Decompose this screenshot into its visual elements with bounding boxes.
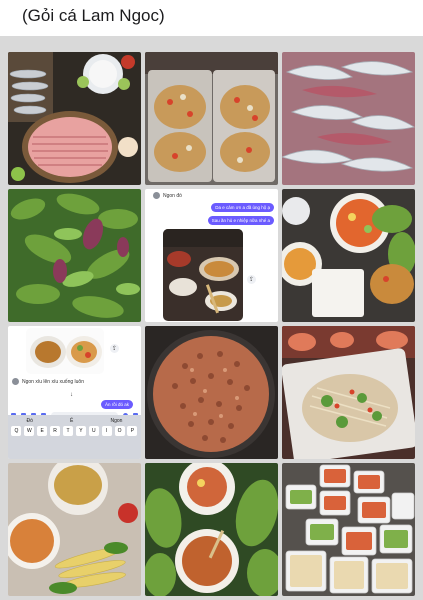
key[interactable]: Y xyxy=(75,426,86,436)
chat-screenshot-thanks[interactable]: Ngon đó Da e cảm ơn a đã ủng hộ ạ Sau ăn… xyxy=(145,189,278,322)
photo-raw-fish-fillets[interactable] xyxy=(282,52,415,185)
keyboard-suggestions: Đó Ẻ Ngon xyxy=(8,415,141,426)
key[interactable]: T xyxy=(63,426,73,436)
chat-received-row: Ngon xíu lên xíu xuống luôn xyxy=(12,378,84,385)
key[interactable]: E xyxy=(37,426,48,436)
suggestion-item[interactable]: Ẻ xyxy=(70,418,73,424)
photo-grid: Ngon đó Da e cảm ơn a đã ủng hộ ạ Sau ăn… xyxy=(8,52,415,600)
key[interactable]: U xyxy=(88,426,99,436)
photo-fresh-herbs[interactable] xyxy=(8,189,141,322)
chat-received-message: Ngon xíu lên xíu xuống luôn xyxy=(22,378,84,385)
on-screen-keyboard: Đó Ẻ Ngon Q W E R T Y U I O P xyxy=(8,415,141,459)
avatar xyxy=(153,192,160,199)
suggestion-item[interactable]: Đó xyxy=(27,418,33,424)
avatar xyxy=(12,378,19,385)
key[interactable]: W xyxy=(24,426,35,436)
chat-screenshot-keyboard[interactable]: ⇪ Ngon xíu lên xíu xuống luôn ↓ Ăn rồi đ… xyxy=(8,326,141,459)
key[interactable]: P xyxy=(127,426,138,436)
photo-roasted-peanuts[interactable] xyxy=(145,326,278,459)
photo-dipping-sauce-spread[interactable] xyxy=(282,189,415,322)
scroll-down-icon[interactable]: ↓ xyxy=(70,392,73,398)
key[interactable]: I xyxy=(101,426,112,436)
photo-salad-trays[interactable] xyxy=(145,52,278,185)
chat-photo-attachment[interactable] xyxy=(26,328,104,374)
key[interactable]: O xyxy=(114,426,125,436)
photo-packaged-portions[interactable] xyxy=(282,463,415,596)
chat-sender-message: Ngon đó xyxy=(163,192,182,199)
photo-fish-platter[interactable] xyxy=(8,52,141,185)
photo-gallery: Ngon đó Da e cảm ơn a đã ủng hộ ạ Sau ăn… xyxy=(0,36,423,600)
share-icon[interactable]: ⇪ xyxy=(110,344,119,353)
chat-header: Ngon đó xyxy=(153,192,182,199)
chat-bubble-sent: Sau ăn hủ e nhiệp nữa nhé a xyxy=(207,216,274,225)
photo-fish-salad-plate[interactable] xyxy=(282,326,415,459)
keyboard-row: Q W E R T Y U I O P xyxy=(8,426,141,436)
photo-sauce-and-bamboo[interactable] xyxy=(8,463,141,596)
chat-photo-attachment[interactable] xyxy=(163,229,243,321)
share-icon[interactable]: ⇪ xyxy=(247,275,256,284)
photo-greens-and-sauce[interactable] xyxy=(145,463,278,596)
chat-bubble-sent: Da e cảm ơn a đã ủng hộ ạ xyxy=(211,203,274,212)
suggestion-item[interactable]: Ngon xyxy=(110,418,122,424)
key[interactable]: R xyxy=(50,426,61,436)
post-caption: (Gỏi cá Lam Ngoc) xyxy=(22,6,165,25)
key[interactable]: Q xyxy=(11,426,22,436)
chat-bubble-sent: Ăn rồi đó ak xyxy=(100,400,133,409)
